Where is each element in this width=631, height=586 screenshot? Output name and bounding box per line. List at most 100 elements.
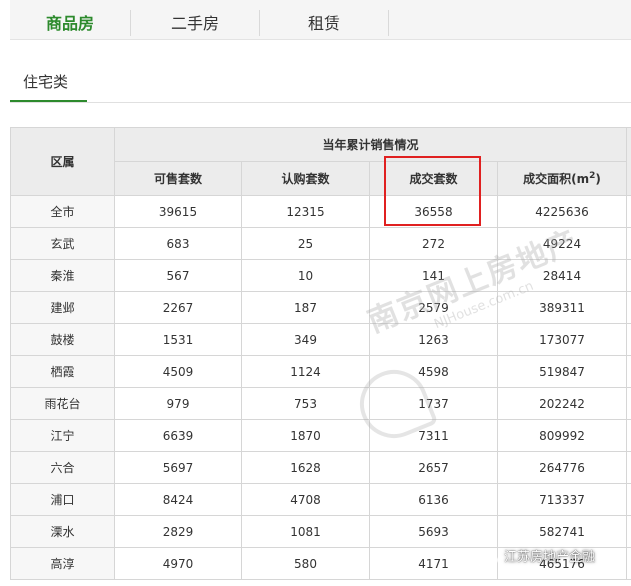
available-cell: 567 (114, 259, 242, 292)
district-cell: 溧水 (10, 515, 115, 548)
table-row: 建邺 2267 187 2579 389311 (10, 291, 631, 324)
district-cell: 江宁 (10, 419, 115, 452)
available-cell: 4509 (114, 355, 242, 388)
overflow-column-header (626, 127, 631, 196)
available-cell: 39615 (114, 195, 242, 228)
subscribed-cell: 349 (241, 323, 370, 356)
table-row: 六合 5697 1628 2657 264776 (10, 451, 631, 484)
available-cell: 8424 (114, 483, 242, 516)
district-cell: 玄武 (10, 227, 115, 260)
district-cell: 秦淮 (10, 259, 115, 292)
district-cell: 雨花台 (10, 387, 115, 420)
column-header-deals[interactable]: 成交套数 (369, 161, 498, 196)
table-row: 全市 39615 12315 36558 4225636 (10, 195, 631, 228)
subscribed-cell: 10 (241, 259, 370, 292)
area-cell: 389311 (496, 291, 628, 324)
available-cell: 683 (114, 227, 242, 260)
table-row: 浦口 8424 4708 6136 713337 (10, 483, 631, 516)
deals-cell: 4598 (369, 355, 498, 388)
overflow-cell (626, 419, 631, 452)
sales-table: 区属 当年累计销售情况 可售套数 认购套数 成交套数 成交面积(m2) 全市 39… (10, 127, 631, 580)
overflow-cell (626, 227, 631, 260)
overflow-cell (626, 515, 631, 548)
area-cell: 519847 (496, 355, 628, 388)
subscribed-cell: 580 (241, 547, 370, 580)
table-body: 全市 39615 12315 36558 4225636 玄武 683 25 272 49224 秦… (10, 195, 631, 580)
area-cell: 173077 (496, 323, 628, 356)
table-row: 秦淮 567 10 141 28414 (10, 259, 631, 292)
overflow-cell (626, 451, 631, 484)
area-cell: 202242 (496, 387, 628, 420)
subscribed-cell: 1870 (241, 419, 370, 452)
available-cell: 5697 (114, 451, 242, 484)
table-row: 玄武 683 25 272 49224 (10, 227, 631, 260)
available-cell: 1531 (114, 323, 242, 356)
available-cell: 979 (114, 387, 242, 420)
subscribed-cell: 25 (241, 227, 370, 260)
district-cell: 建邺 (10, 291, 115, 324)
deals-cell: 2657 (369, 451, 498, 484)
tab-residential[interactable]: 住宅类 (23, 71, 68, 92)
tab-rental[interactable]: 租赁 (260, 0, 388, 39)
wechat-icon (476, 548, 498, 566)
account-badge: 江苏房地产金融 (476, 546, 595, 570)
deals-cell: 36558 (369, 195, 498, 228)
deals-cell: 2579 (369, 291, 498, 324)
column-header-available[interactable]: 可售套数 (114, 161, 242, 196)
area-cell: 28414 (496, 259, 628, 292)
district-cell: 高淳 (10, 547, 115, 580)
table-row: 鼓楼 1531 349 1263 173077 (10, 323, 631, 356)
deals-cell: 6136 (369, 483, 498, 516)
deals-cell: 141 (369, 259, 498, 292)
district-cell: 鼓楼 (10, 323, 115, 356)
overflow-cell (626, 355, 631, 388)
district-header: 区属 (10, 127, 115, 196)
column-header-subscribed[interactable]: 认购套数 (241, 161, 370, 196)
table-row: 溧水 2829 1081 5693 582741 (10, 515, 631, 548)
overflow-cell (626, 195, 631, 228)
overflow-cell (626, 547, 631, 580)
deals-cell: 1263 (369, 323, 498, 356)
district-cell: 浦口 (10, 483, 115, 516)
sales-table-container: 区属 当年累计销售情况 可售套数 认购套数 成交套数 成交面积(m2) 全市 39… (10, 127, 631, 586)
deals-cell: 1737 (369, 387, 498, 420)
district-cell: 栖霞 (10, 355, 115, 388)
deals-cell: 7311 (369, 419, 498, 452)
account-name: 江苏房地产金融 (504, 550, 596, 565)
available-cell: 6639 (114, 419, 242, 452)
subscribed-cell: 1628 (241, 451, 370, 484)
top-tab-bar: 商品房 二手房 租赁 (10, 0, 631, 40)
sub-tab-bar: 住宅类 (10, 66, 631, 103)
overflow-cell (626, 483, 631, 516)
area-cell: 582741 (496, 515, 628, 548)
deals-cell: 272 (369, 227, 498, 260)
table-row: 雨花台 979 753 1737 202242 (10, 387, 631, 420)
area-cell: 4225636 (496, 195, 628, 228)
available-cell: 2829 (114, 515, 242, 548)
area-cell: 264776 (496, 451, 628, 484)
district-cell: 六合 (10, 451, 115, 484)
subscribed-cell: 753 (241, 387, 370, 420)
subscribed-cell: 187 (241, 291, 370, 324)
active-tab-indicator (10, 100, 87, 102)
overflow-cell (626, 323, 631, 356)
subscribed-cell: 1081 (241, 515, 370, 548)
deals-cell: 5693 (369, 515, 498, 548)
column-header-area[interactable]: 成交面积(m2) (496, 161, 628, 196)
table-row: 江宁 6639 1870 7311 809992 (10, 419, 631, 452)
subscribed-cell: 1124 (241, 355, 370, 388)
area-cell: 809992 (496, 419, 628, 452)
tab-second-hand[interactable]: 二手房 (131, 0, 259, 39)
table-row: 栖霞 4509 1124 4598 519847 (10, 355, 631, 388)
subscribed-cell: 4708 (241, 483, 370, 516)
area-cell: 49224 (496, 227, 628, 260)
group-header: 当年累计销售情况 (113, 127, 628, 162)
available-cell: 2267 (114, 291, 242, 324)
area-cell: 713337 (496, 483, 628, 516)
district-cell: 全市 (10, 195, 115, 228)
overflow-cell (626, 387, 631, 420)
available-cell: 4970 (114, 547, 242, 580)
tab-divider (388, 10, 389, 36)
subscribed-cell: 12315 (241, 195, 370, 228)
tab-new-homes[interactable]: 商品房 (10, 0, 130, 39)
